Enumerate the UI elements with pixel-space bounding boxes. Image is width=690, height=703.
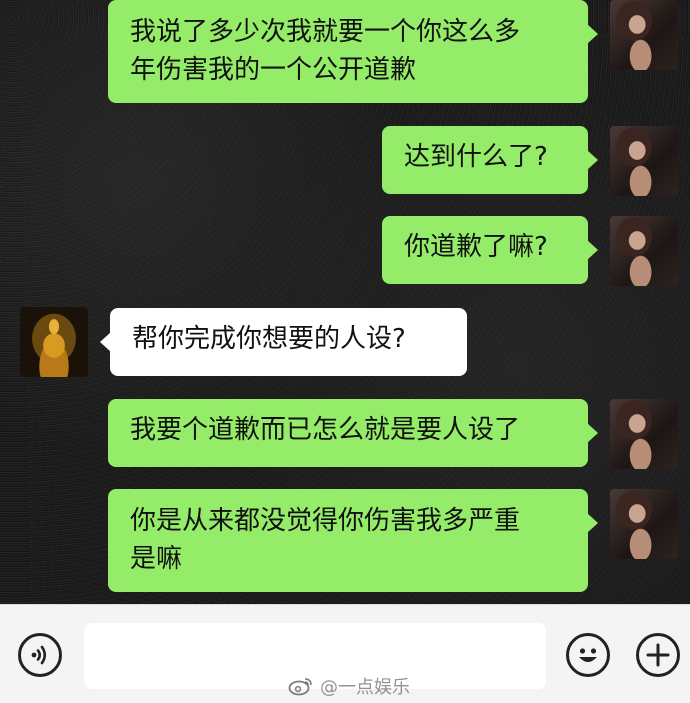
plus-icon[interactable]	[636, 633, 680, 677]
message-bubble-sent[interactable]: 你道歉了嘛?	[382, 216, 598, 284]
watermark-text: @一点娱乐	[320, 677, 410, 698]
smile-face-glyph	[579, 648, 597, 662]
message-bubble-received[interactable]: 帮你完成你想要的人设?	[100, 308, 467, 376]
contact-avatar[interactable]	[20, 307, 88, 377]
message-bubble-sent[interactable]: 我说了多少次我就要一个你这么多 年伤害我的一个公开道歉	[108, 0, 598, 103]
input-bar: @一点娱乐	[0, 604, 690, 703]
user-avatar[interactable]	[610, 489, 678, 559]
user-avatar[interactable]	[610, 216, 678, 286]
user-avatar[interactable]	[610, 126, 678, 196]
chat-area: 我说了多少次我就要一个你这么多 年伤害我的一个公开道歉 达到什么了? 你道歉了嘛…	[0, 0, 690, 604]
plus-glyph	[646, 643, 670, 667]
user-avatar[interactable]	[610, 0, 678, 70]
watermark: @一点娱乐	[288, 673, 410, 699]
message-bubble-sent[interactable]: 达到什么了?	[382, 126, 598, 194]
message-bubble-sent[interactable]: 你是从来都没觉得你伤害我多严重 是嘛	[108, 489, 598, 592]
user-avatar[interactable]	[610, 399, 678, 469]
message-bubble-sent[interactable]: 我要个道歉而已怎么就是要人设了	[108, 399, 598, 467]
weibo-icon	[288, 678, 312, 696]
emoji-icon[interactable]	[566, 633, 610, 677]
voice-waves-glyph	[31, 645, 47, 665]
voice-icon[interactable]	[18, 633, 62, 677]
